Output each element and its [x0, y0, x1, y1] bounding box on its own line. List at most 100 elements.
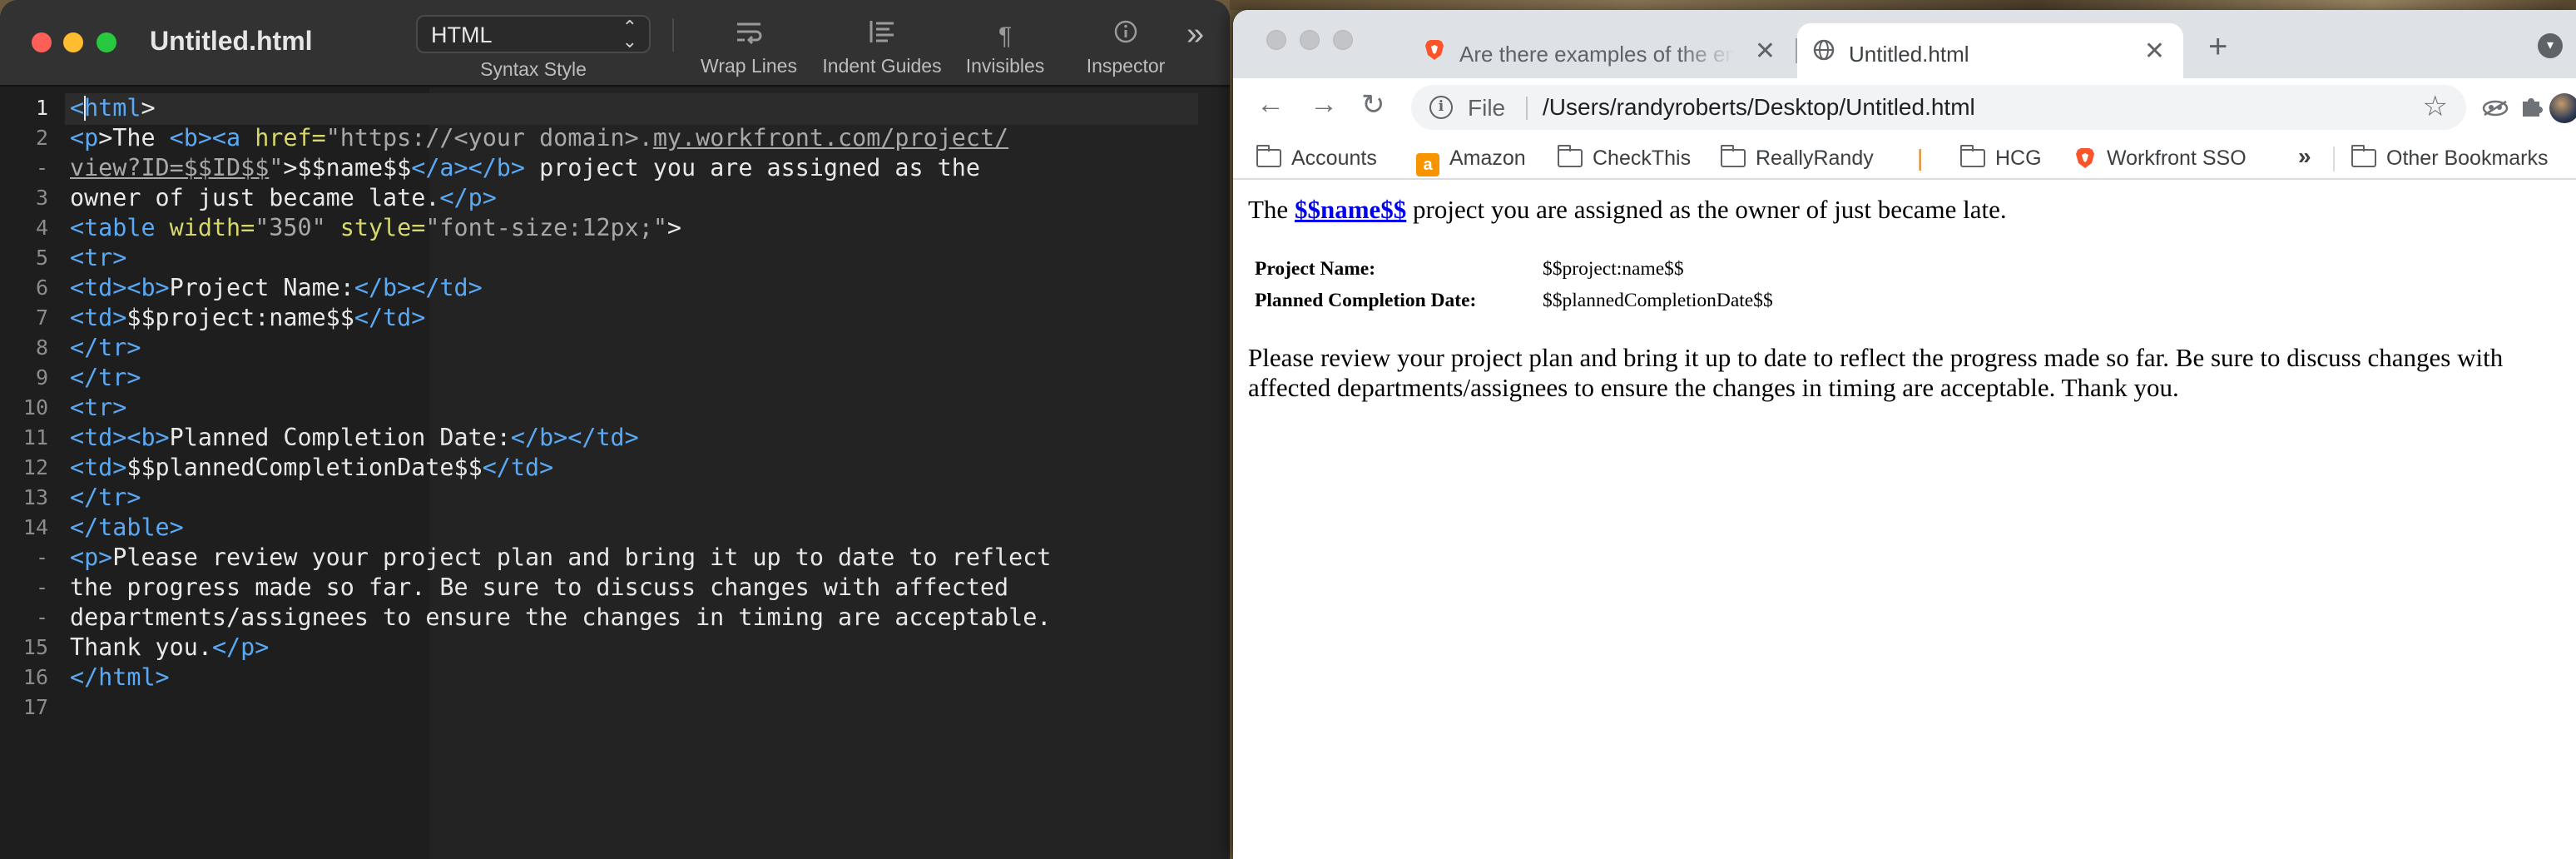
bookmark-folder-hcg[interactable]: HCG [1959, 145, 2042, 173]
folder-icon [1720, 145, 1746, 167]
table-cell-label: Planned Completion Date: [1255, 290, 1477, 311]
code-line[interactable]: </html> [70, 663, 1051, 693]
document-title: Untitled.html [150, 26, 313, 56]
intro-text-before: The [1248, 195, 1295, 224]
chevron-updown-icon: ⌃ ⌄ [622, 17, 637, 52]
tab-untitled-html[interactable]: Untitled.html ✕ [1797, 23, 2183, 78]
line-number: 15 [22, 635, 48, 659]
code-line[interactable]: </tr> [70, 333, 1051, 363]
code-line[interactable]: <td><b>Planned Completion Date:</b></td> [70, 423, 1051, 453]
code-line[interactable]: <td>$$project:name$$</td> [70, 303, 1051, 333]
bookmark-label: ReallyRandy [1756, 146, 1874, 170]
code-line[interactable]: <tr> [70, 393, 1051, 423]
code-line[interactable]: </tr> [70, 363, 1051, 393]
toolbar-overflow-icon[interactable]: » [1186, 17, 1204, 52]
invisibles-button[interactable]: ¶ Invisibles [957, 18, 1053, 85]
site-info-icon[interactable]: i [1429, 96, 1453, 119]
bookmark-label: HCG [1995, 146, 2042, 170]
code-line[interactable]: view?ID=$$ID$$">$$name$$</a></b> project… [70, 153, 1051, 183]
inspector-label: Inspector [1086, 55, 1166, 77]
indent-guides-button[interactable]: Indent Guides [815, 18, 949, 85]
amazon-logo-icon: a [1416, 153, 1439, 176]
bookmark-label: Workfront SSO [2107, 146, 2247, 170]
zoom-window-button[interactable] [97, 32, 116, 52]
code-token: owner of just became late. [70, 184, 440, 211]
code-line[interactable]: owner of just became late.</p> [70, 183, 1051, 213]
code-line[interactable]: <html> [70, 93, 1051, 123]
forward-arrow-icon[interactable]: → [1310, 88, 1338, 121]
code-line[interactable]: <p>Please review your project plan and b… [70, 543, 1051, 573]
new-tab-plus-icon[interactable]: + [2208, 28, 2227, 66]
kebab-menu-icon[interactable]: ⋮ [2568, 92, 2576, 121]
inspector-button[interactable]: Inspector [1062, 18, 1190, 85]
navigation-bar: ← → ↻ i File /Users/randyroberts/Desktop… [1233, 78, 2576, 137]
close-tab-icon[interactable]: ✕ [1755, 37, 1776, 66]
more-bookmarks-chevron[interactable]: » [2298, 143, 2311, 170]
bookmark-amazon[interactable]: a Amazon [1416, 146, 1526, 176]
bookmark-workfront-sso[interactable]: Workfront SSO [2073, 146, 2247, 173]
code-line[interactable]: <td><b>Project Name:</b></td> [70, 273, 1051, 303]
code-token: >The [98, 124, 170, 151]
code-token: style= [339, 214, 426, 241]
reload-icon[interactable]: ↻ [1361, 88, 1385, 122]
code-token: <p> [70, 544, 113, 571]
table-row: Project Name: $$project:name$$ [1251, 256, 1827, 285]
code-token: <tr> [70, 394, 127, 421]
minimize-window-button[interactable] [63, 32, 83, 52]
browser-zoom-button[interactable] [1333, 30, 1353, 50]
syntax-style-select[interactable]: HTML ⌃ ⌄ [416, 15, 651, 53]
code-token: </tr> [70, 364, 141, 391]
code-line[interactable] [70, 693, 1051, 722]
code-line[interactable]: departments/assignees to ensure the chan… [70, 603, 1051, 633]
code-token: <tr> [70, 244, 127, 271]
bookmark-folder-reallyrandy[interactable]: ReallyRandy [1720, 145, 1874, 173]
table-cell-value: $$project:name$$ [1543, 258, 1684, 280]
line-number: 6 [35, 276, 48, 300]
code-token: <td><b> [70, 274, 170, 301]
url-divider [1526, 97, 1528, 120]
syntax-style-value: HTML [431, 22, 493, 47]
code-line[interactable]: <table width="350" style="font-size:12px… [70, 213, 1051, 243]
table-row: Planned Completion Date: $$plannedComple… [1251, 288, 1827, 316]
code-line[interactable]: <p>The <b><a href="https://<your domain>… [70, 123, 1051, 153]
bookmark-folder-checkthis[interactable]: CheckThis [1557, 145, 1691, 173]
code-line[interactable]: </table> [70, 513, 1051, 543]
code-token: width= [169, 214, 255, 241]
back-arrow-icon[interactable]: ← [1256, 88, 1285, 121]
folder-icon [2351, 145, 2376, 167]
address-bar[interactable]: i File /Users/randyroberts/Desktop/Untit… [1411, 85, 2466, 130]
invisibles-label: Invisibles [965, 55, 1045, 77]
code-token: > [666, 214, 682, 241]
code-editor[interactable]: 1 2-3 4 5 6 7 8 9 10 11 12 13 14- - -15 16 17 <html> <p>T… [0, 88, 1230, 859]
tab-brave-search[interactable]: Are there examples of the email ✕ [1408, 23, 1794, 78]
code-token: </tr> [70, 484, 141, 511]
code-line[interactable]: the progress made so far. Be sure to dis… [70, 573, 1051, 603]
code-text[interactable]: <html> <p>The <b><a href="https://<your d… [70, 93, 1051, 722]
tab-title: Untitled.html [1849, 42, 1969, 67]
code-token: href= [255, 124, 326, 151]
code-token: "font-size:12px;" [425, 214, 667, 241]
bookmark-folder-other[interactable]: Other Bookmarks [2351, 145, 2549, 173]
brave-lion-icon [1423, 38, 1446, 62]
code-token: </b></td> [354, 274, 483, 301]
project-name-link[interactable]: $$name$$ [1295, 195, 1406, 224]
code-line[interactable]: <td>$$plannedCompletionDate$$</td> [70, 453, 1051, 483]
code-token: Planned Completion Date: [169, 424, 511, 451]
code-line[interactable]: Thank you.</p> [70, 633, 1051, 663]
code-line[interactable]: </tr> [70, 483, 1051, 513]
tab-search-chevron-icon[interactable]: ▾ [2538, 33, 2563, 58]
extension-icon[interactable] [2481, 93, 2509, 123]
bookmark-folder-accounts[interactable]: Accounts [1256, 145, 1377, 173]
line-number: 7 [35, 305, 48, 330]
bookmark-separator[interactable]: | [1917, 145, 1923, 171]
code-token: < [70, 94, 85, 122]
close-tab-icon[interactable]: ✕ [2144, 37, 2165, 66]
browser-close-button[interactable] [1266, 30, 1286, 50]
bookmark-star-icon[interactable]: ☆ [2423, 90, 2448, 123]
wrap-lines-button[interactable]: Wrap Lines [691, 18, 807, 85]
close-window-button[interactable] [32, 32, 52, 52]
url-text[interactable]: /Users/randyroberts/Desktop/Untitled.htm… [1543, 94, 1975, 121]
browser-minimize-button[interactable] [1300, 30, 1320, 50]
puzzle-extensions-icon[interactable] [2518, 93, 2544, 123]
code-line[interactable]: <tr> [70, 243, 1051, 273]
